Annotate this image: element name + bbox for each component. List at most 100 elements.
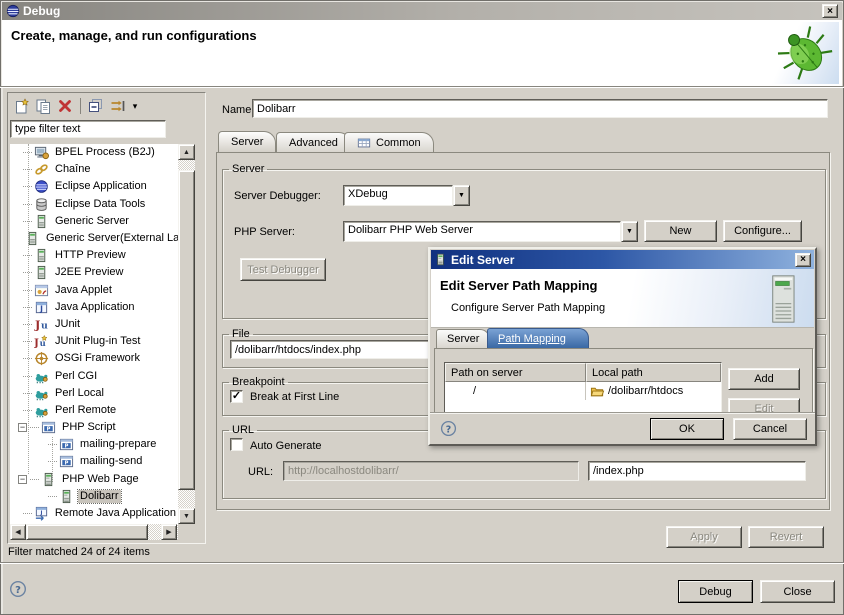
tree-vscrollbar[interactable]: ▲ ▼	[178, 144, 195, 524]
test-debugger-button[interactable]: Test Debugger	[240, 258, 326, 281]
server-icon	[34, 214, 49, 229]
tree-item-generic-server-external-la[interactable]: Generic Server(External La	[10, 230, 178, 247]
dialog-help-icon[interactable]: ?	[440, 420, 457, 437]
name-input[interactable]	[252, 99, 828, 118]
configurations-toolbar: ▾	[10, 96, 170, 116]
tree-connector	[23, 152, 32, 153]
filter-menu-dropdown[interactable]: ▾	[129, 96, 141, 116]
tree-item-eclipse-data-tools[interactable]: Eclipse Data Tools	[10, 196, 178, 213]
tree-hscrollbar[interactable]: ◀ ▶	[10, 524, 178, 540]
tree-item-generic-server[interactable]: Generic Server	[10, 213, 178, 230]
svg-text:J: J	[34, 337, 39, 349]
help-icon[interactable]: ?	[9, 580, 27, 598]
tree-item-php-script[interactable]: −PPHP Script	[10, 419, 178, 436]
tree-item-mailing-send[interactable]: Pmailing-send	[10, 453, 178, 470]
expander-minus-icon[interactable]: −	[18, 423, 27, 432]
new-configuration-button[interactable]	[10, 96, 32, 116]
dialog-tab-server[interactable]: Server	[436, 329, 490, 348]
close-button[interactable]: Close	[760, 580, 835, 603]
tree-item-label: Generic Server(External La	[44, 232, 178, 245]
tree-item-perl-cgi[interactable]: Perl CGI	[10, 367, 178, 384]
tree-connector	[23, 376, 32, 377]
tree-item-junit-plug-in-test[interactable]: JuJUnit Plug-in Test	[10, 333, 178, 350]
tab-advanced[interactable]: Advanced	[276, 132, 351, 152]
server-debugger-combo[interactable]: XDebug ▼	[343, 185, 470, 206]
break-first-line-label: Break at First Line	[250, 391, 339, 403]
edit-server-dialog: Edit Server × Edit Server Path Mapping C…	[428, 247, 817, 446]
tree-item-dolibarr[interactable]: Dolibarr	[10, 488, 178, 505]
tree-item-cha-ne[interactable]: Chaîne	[10, 161, 178, 178]
tree-item-java-application[interactable]: JJava Application	[10, 299, 178, 316]
debug-button[interactable]: Debug	[678, 580, 753, 603]
scroll-right-button[interactable]: ▶	[161, 524, 177, 540]
delete-configuration-button[interactable]	[54, 96, 76, 116]
php-server-label: PHP Server:	[234, 226, 295, 238]
tree-item-mailing-prepare[interactable]: Pmailing-prepare	[10, 436, 178, 453]
svg-text:J: J	[39, 305, 43, 314]
cancel-button[interactable]: Cancel	[733, 418, 807, 440]
tree-item-label: Generic Server	[53, 215, 131, 228]
tree-item-eclipse-application[interactable]: Eclipse Application	[10, 178, 178, 195]
tree-item-perl-remote[interactable]: Perl Remote	[10, 402, 178, 419]
breakpoint-group-legend: Breakpoint	[229, 376, 288, 388]
combo-dropdown-icon[interactable]: ▼	[621, 221, 638, 242]
php-server-combo[interactable]: Dolibarr PHP Web Server ▼	[343, 221, 638, 242]
scroll-down-button[interactable]: ▼	[178, 508, 195, 524]
window-close-button[interactable]: ×	[822, 4, 838, 18]
perl-icon	[34, 386, 49, 401]
vscroll-thumb[interactable]	[178, 170, 195, 490]
expander-minus-icon[interactable]: −	[18, 475, 27, 484]
url-group-legend: URL	[229, 424, 257, 436]
dialog-close-button[interactable]: ×	[795, 253, 811, 267]
tree-connector	[23, 307, 32, 308]
new-server-button[interactable]: New	[644, 220, 717, 242]
filter-button[interactable]	[107, 96, 129, 116]
filter-input[interactable]	[10, 120, 166, 138]
perl-icon	[34, 369, 49, 384]
tree-connector	[30, 427, 39, 428]
debug-configurations-window: Debug × Create, manage, and run configur…	[0, 0, 844, 615]
combo-dropdown-icon[interactable]: ▼	[453, 185, 470, 206]
scroll-left-button[interactable]: ◀	[10, 524, 26, 540]
scroll-up-button[interactable]: ▲	[178, 144, 195, 160]
junit-icon: Ju	[34, 317, 49, 332]
tree-connector	[48, 444, 57, 445]
tree-item-bpel-process-b2j[interactable]: BPEL Process (B2J)	[10, 144, 178, 161]
tree-item-label: mailing-prepare	[78, 438, 158, 451]
tree-item-perl-local[interactable]: Perl Local	[10, 385, 178, 402]
revert-button[interactable]: Revert	[748, 526, 824, 548]
ok-button[interactable]: OK	[650, 418, 724, 440]
configure-button[interactable]: Configure...	[723, 220, 802, 242]
column-header-path-on-server[interactable]: Path on server	[445, 363, 586, 382]
url-label: URL:	[248, 466, 273, 478]
add-mapping-button[interactable]: Add	[728, 368, 800, 390]
collapse-all-icon	[88, 98, 104, 114]
perl-icon	[34, 403, 49, 418]
svg-text:P: P	[65, 444, 69, 450]
tab-common[interactable]: Common	[344, 132, 434, 152]
tree-item-http-preview[interactable]: HTTP Preview	[10, 247, 178, 264]
collapse-all-button[interactable]	[85, 96, 107, 116]
tree-item-remote-java-application[interactable]: JRemote Java Application	[10, 505, 178, 522]
tree-item-junit[interactable]: JuJUnit	[10, 316, 178, 333]
tree-item-j2ee-preview[interactable]: J2EE Preview	[10, 264, 178, 281]
tab-server-label: Server	[231, 136, 263, 148]
tree-item-php-web-page[interactable]: −PHP Web Page	[10, 471, 178, 488]
tree-connector	[23, 186, 32, 187]
header-separator-light	[0, 87, 844, 88]
url-path-input[interactable]	[588, 461, 806, 481]
break-first-line-checkbox[interactable]: ✓	[230, 390, 243, 403]
window-titlebar: Debug ×	[2, 2, 842, 20]
column-header-local-path[interactable]: Local path	[586, 363, 721, 382]
dialog-tab-path-mapping[interactable]: Path Mapping	[487, 328, 589, 348]
window-title: Debug	[23, 4, 60, 18]
tree-item-osgi-framework[interactable]: OSGi Framework	[10, 350, 178, 367]
auto-generate-checkbox[interactable]	[230, 438, 243, 451]
table-row[interactable]: //dolibarr/htdocs	[445, 382, 721, 400]
apply-button[interactable]: Apply	[666, 526, 742, 548]
tab-server[interactable]: Server	[218, 131, 276, 152]
duplicate-configuration-button[interactable]	[32, 96, 54, 116]
tree-item-java-applet[interactable]: Java Applet	[10, 282, 178, 299]
hscroll-thumb[interactable]	[26, 524, 148, 540]
dialog-button-bar: ? OK Cancel	[430, 412, 815, 444]
